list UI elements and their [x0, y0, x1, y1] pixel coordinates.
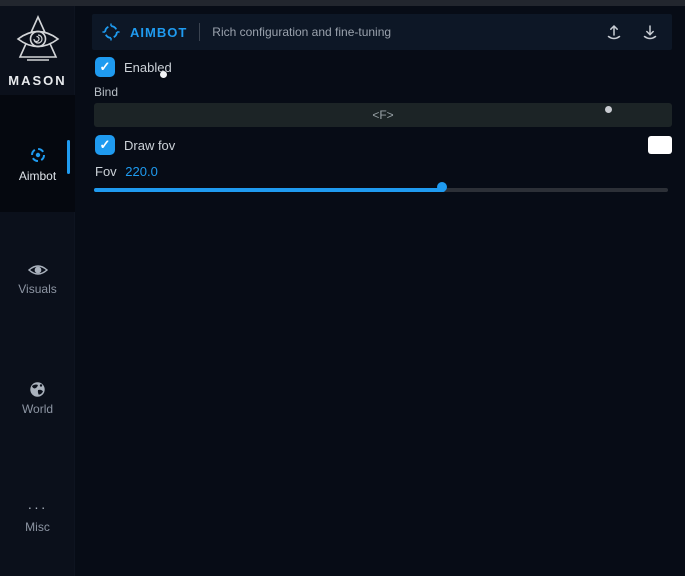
crosshair-icon: [28, 145, 48, 165]
window-top-strip: [0, 0, 685, 6]
sidebar-item-misc[interactable]: ··· Misc: [0, 446, 75, 563]
sidebar-item-world[interactable]: World: [0, 329, 75, 446]
sidebar-item-label: World: [0, 402, 75, 416]
eye-icon: [27, 262, 49, 278]
sidebar: MASON Aimbot Visuals: [0, 6, 75, 576]
page-title: AIMBOT: [130, 25, 187, 40]
sidebar-item-label: Aimbot: [0, 169, 75, 183]
sidebar-item-visuals[interactable]: Visuals: [0, 212, 75, 329]
fov-label: Fov: [95, 164, 117, 179]
upload-icon: [606, 24, 622, 41]
ellipsis-icon: ···: [0, 502, 75, 512]
draw-fov-row: ✓ Draw fov: [95, 135, 175, 155]
fov-slider-handle[interactable]: [437, 182, 447, 192]
mouse-cursor-dot: [160, 71, 167, 78]
sidebar-item-aimbot[interactable]: Aimbot: [0, 95, 75, 212]
page-subtitle: Rich configuration and fine-tuning: [212, 25, 590, 39]
bind-label: Bind: [94, 85, 118, 99]
bind-key-field[interactable]: <F>: [94, 103, 672, 127]
fov-label-row: Fov 220.0: [95, 164, 158, 179]
eye-pyramid-logo-icon: [15, 14, 61, 64]
fov-slider[interactable]: [94, 188, 668, 192]
brand-logo: MASON: [0, 14, 75, 88]
download-config-button[interactable]: [638, 22, 662, 43]
draw-fov-label: Draw fov: [124, 138, 175, 153]
header-divider: [199, 23, 200, 41]
page-header: AIMBOT Rich configuration and fine-tunin…: [92, 14, 672, 50]
sidebar-item-label: Visuals: [0, 282, 75, 296]
crosshair-icon: [102, 23, 120, 41]
draw-fov-checkbox[interactable]: ✓: [95, 135, 115, 155]
fov-slider-fill: [94, 188, 445, 192]
upload-config-button[interactable]: [602, 22, 626, 43]
sidebar-item-label: Misc: [0, 520, 75, 534]
active-tab-indicator: [67, 140, 70, 174]
download-icon: [642, 24, 658, 41]
enabled-checkbox[interactable]: ✓: [95, 57, 115, 77]
globe-icon: [29, 381, 46, 398]
fov-value: 220.0: [125, 164, 158, 179]
brand-name: MASON: [0, 73, 75, 88]
fov-color-swatch[interactable]: [648, 136, 672, 154]
field-dot: [605, 106, 612, 113]
